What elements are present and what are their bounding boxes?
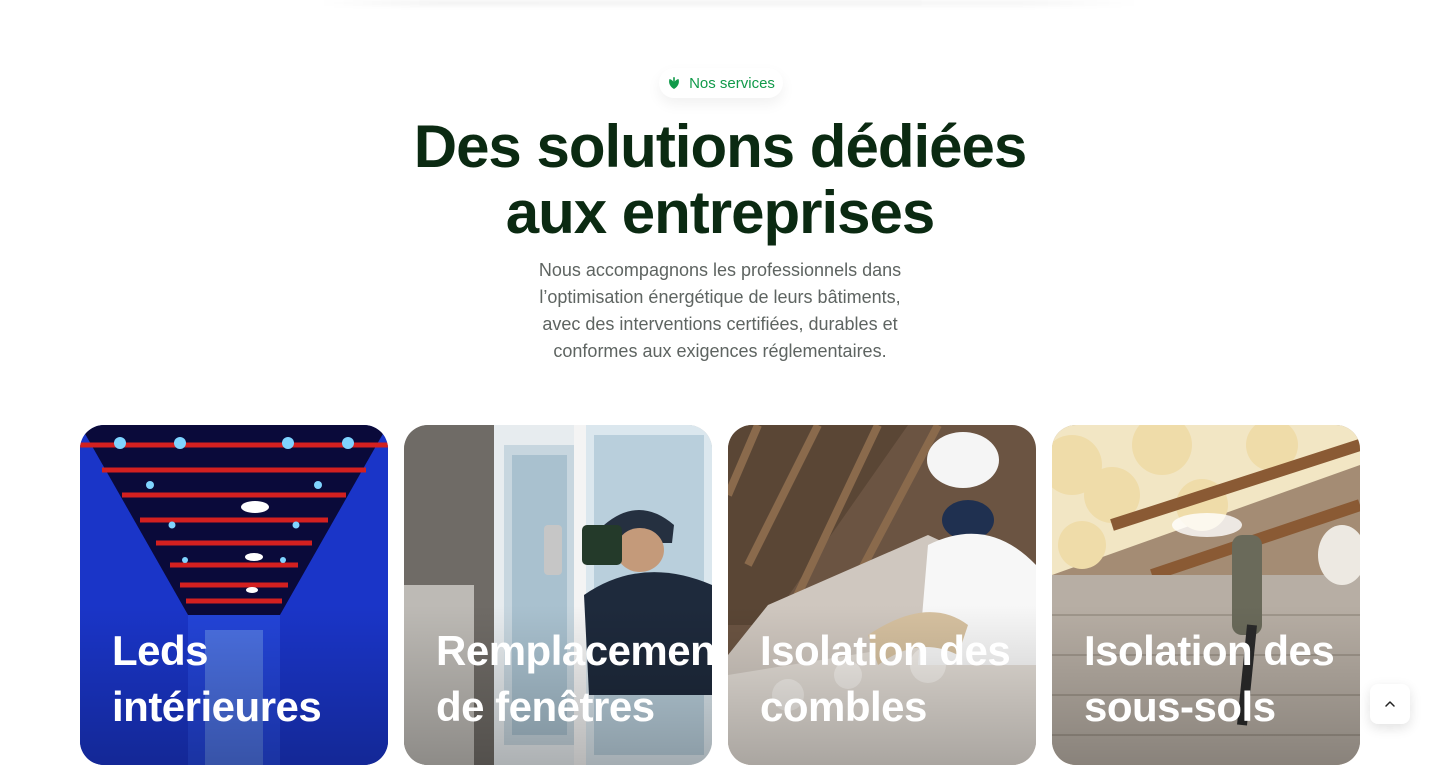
service-card-title: Remplacement de fenêtres: [436, 623, 712, 735]
section-description: Nous accompagnons les professionnels dan…: [538, 260, 902, 361]
leaf-icon: [669, 77, 679, 89]
service-card-fenetres[interactable]: Remplacement de fenêtres: [404, 425, 712, 765]
service-card-title-line-2: intérieures: [112, 683, 322, 730]
service-card-combles[interactable]: Isolation des combles: [728, 425, 1036, 765]
service-card-title-line-2: combles: [760, 683, 927, 730]
section-title-line-1: Des solutions dédiées: [413, 113, 1028, 180]
badge-label: Nos services: [689, 74, 775, 92]
service-card-title: Isolation des sous-sols: [1084, 623, 1335, 735]
services-grid: Leds intérieures Remplacement de fenêtre…: [80, 425, 1360, 765]
chevron-up-icon: [1385, 701, 1395, 707]
section-title-line-2: aux entreprises: [505, 179, 936, 246]
section-title: Des solutions dédiées aux entreprises: [0, 114, 1440, 246]
service-card-title-line-1: Remplacement: [436, 627, 712, 674]
service-card-leds[interactable]: Leds intérieures: [80, 425, 388, 765]
section-badge: Nos services: [659, 68, 783, 98]
service-card-title-line-1: Isolation des: [1084, 627, 1335, 674]
service-card-title-line-1: Isolation des: [760, 627, 1011, 674]
service-card-title-line-2: sous-sols: [1084, 683, 1276, 730]
service-card-title-line-2: de fenêtres: [436, 683, 655, 730]
scroll-to-top-button[interactable]: [1370, 684, 1410, 724]
top-edge-shadow: [320, 0, 1140, 6]
service-card-title: Leds intérieures: [112, 623, 322, 735]
service-card-sous-sols[interactable]: Isolation des sous-sols: [1052, 425, 1360, 765]
service-card-title-line-1: Leds: [112, 627, 209, 674]
service-card-title: Isolation des combles: [760, 623, 1011, 735]
